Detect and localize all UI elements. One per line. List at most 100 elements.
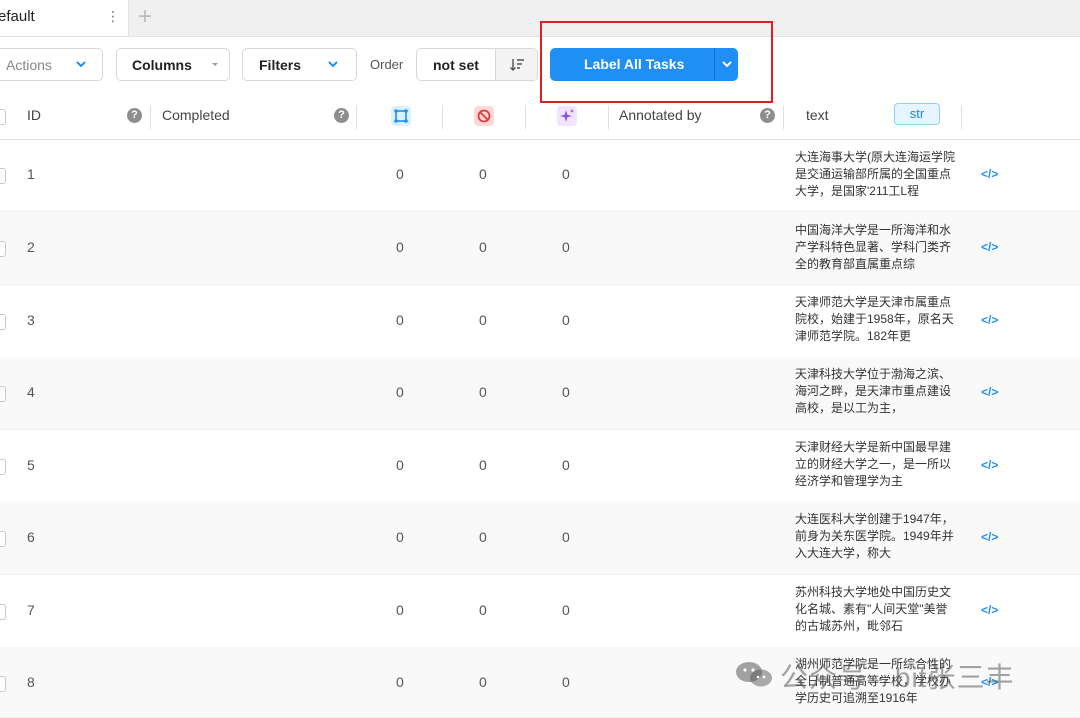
wechat-logo-icon: [736, 662, 772, 687]
highlight-annotation-box: [540, 21, 773, 103]
row-checkbox[interactable]: [0, 459, 6, 475]
cell-count-3: 0: [562, 457, 570, 473]
row-checkbox[interactable]: [0, 168, 6, 184]
row-checkbox[interactable]: [0, 531, 6, 547]
code-icon[interactable]: </>: [981, 313, 998, 327]
column-divider: [442, 105, 443, 129]
code-icon[interactable]: </>: [981, 458, 998, 472]
cell-count-2: 0: [479, 239, 487, 255]
chevron-down-icon: [328, 61, 338, 68]
row-checkbox[interactable]: [0, 604, 6, 620]
sort-direction-button[interactable]: [496, 49, 537, 80]
row-checkbox[interactable]: [0, 314, 6, 330]
cell-text: 中国海洋大学是一所海洋和水产学科特色显著、学科门类齐全的教育部直属重点综: [795, 223, 952, 271]
row-checkbox[interactable]: [0, 386, 6, 402]
header-text[interactable]: text: [806, 107, 829, 123]
watermark-text: 公众号 · bit张三丰: [780, 662, 1015, 693]
order-select[interactable]: not set: [416, 48, 538, 81]
cell-count-1: 0: [396, 529, 404, 545]
tab-label: efault: [0, 8, 35, 25]
cell-count-1: 0: [396, 674, 404, 690]
cell-text: 天津师范大学是天津市属重点院校，始建于1958年，原名天津师范学院。182年更: [795, 295, 954, 343]
cell-count-1: 0: [396, 602, 404, 618]
table-row[interactable]: 5 0 0 0 天津财经大学是新中国最早建立的财经大学之一，是一所以经济学和管理…: [0, 430, 1080, 503]
cell-id: 1: [27, 166, 35, 182]
chevron-down-icon: [212, 63, 218, 66]
cell-count-1: 0: [396, 239, 404, 255]
cell-count-1: 0: [396, 166, 404, 182]
table-row[interactable]: 2 0 0 0 中国海洋大学是一所海洋和水产学科特色显著、学科门类齐全的教育部直…: [0, 212, 1080, 285]
cell-text: 天津科技大学位于渤海之滨、海河之畔，是天津市重点建设高校，是以工为主，: [795, 367, 952, 415]
columns-label: Columns: [132, 57, 192, 73]
cell-count-3: 0: [562, 166, 570, 182]
cell-count-2: 0: [479, 457, 487, 473]
column-divider: [356, 105, 357, 129]
actions-button[interactable]: Actions: [0, 48, 103, 81]
help-icon[interactable]: ?: [127, 108, 142, 123]
header-completed[interactable]: Completed: [162, 107, 230, 123]
chevron-down-icon: [76, 61, 86, 68]
cell-id: 3: [27, 312, 35, 328]
cell-count-2: 0: [479, 602, 487, 618]
code-icon[interactable]: </>: [981, 603, 998, 617]
code-icon[interactable]: </>: [981, 240, 998, 254]
column-divider: [961, 105, 962, 129]
order-value: not set: [433, 57, 479, 73]
header-annotated-by[interactable]: Annotated by: [619, 107, 702, 123]
code-icon[interactable]: </>: [981, 167, 998, 181]
filters-label: Filters: [259, 57, 302, 73]
cell-count-3: 0: [562, 529, 570, 545]
header-id[interactable]: ID: [27, 107, 41, 123]
cell-count-2: 0: [479, 674, 487, 690]
ban-icon[interactable]: [474, 106, 494, 126]
cell-id: 7: [27, 602, 35, 618]
row-checkbox[interactable]: [0, 676, 6, 692]
code-icon[interactable]: </>: [981, 530, 998, 544]
grid-icon[interactable]: [391, 106, 411, 126]
cell-count-2: 0: [479, 384, 487, 400]
cell-count-1: 0: [396, 312, 404, 328]
sparkle-icon[interactable]: [557, 106, 577, 126]
cell-id: 8: [27, 674, 35, 690]
cell-text: 苏州科技大学地处中国历史文化名城、素有"人间天堂"美誉的古城苏州，毗邻石: [795, 585, 952, 633]
order-label: Order: [370, 57, 404, 72]
more-vertical-icon[interactable]: ⋮: [106, 8, 120, 25]
type-badge: str: [894, 103, 940, 125]
help-icon[interactable]: ?: [760, 108, 775, 123]
code-icon[interactable]: </>: [981, 385, 998, 399]
table-row[interactable]: 3 0 0 0 天津师范大学是天津市属重点院校，始建于1958年，原名天津师范学…: [0, 285, 1080, 358]
filters-button[interactable]: Filters: [242, 48, 357, 81]
table-row[interactable]: 1 0 0 0 大连海事大学(原大连海运学院是交通运输部所属的全国重点大学，是国…: [0, 139, 1080, 212]
cell-id: 6: [27, 529, 35, 545]
cell-count-1: 0: [396, 457, 404, 473]
tab-default[interactable]: efault ⋮: [0, 0, 129, 36]
column-divider: [608, 105, 609, 129]
cell-count-3: 0: [562, 384, 570, 400]
cell-id: 5: [27, 457, 35, 473]
columns-button[interactable]: Columns: [116, 48, 230, 81]
cell-count-3: 0: [562, 239, 570, 255]
cell-text: 大连海事大学(原大连海运学院是交通运输部所属的全国重点大学，是国家'211工L程: [795, 150, 955, 198]
column-divider: [783, 105, 784, 129]
help-icon[interactable]: ?: [334, 108, 349, 123]
cell-count-2: 0: [479, 312, 487, 328]
select-all-checkbox[interactable]: [0, 109, 6, 125]
cell-count-2: 0: [479, 166, 487, 182]
cell-text: 大连医科大学创建于1947年，前身为关东医学院。1949年并入大连大学，称大: [795, 512, 954, 560]
column-divider: [525, 105, 526, 129]
plus-icon[interactable]: +: [138, 3, 152, 31]
table-row[interactable]: 7 0 0 0 苏州科技大学地处中国历史文化名城、素有"人间天堂"美誉的古城苏州…: [0, 575, 1080, 648]
column-divider: [150, 105, 151, 129]
cell-count-1: 0: [396, 384, 404, 400]
row-checkbox[interactable]: [0, 241, 6, 257]
cell-text: 天津财经大学是新中国最早建立的财经大学之一，是一所以经济学和管理学为主: [795, 440, 952, 488]
cell-count-3: 0: [562, 674, 570, 690]
table-row[interactable]: 6 0 0 0 大连医科大学创建于1947年，前身为关东医学院。1949年并入大…: [0, 502, 1080, 575]
table-row[interactable]: 4 0 0 0 天津科技大学位于渤海之滨、海河之畔，是天津市重点建设高校，是以工…: [0, 357, 1080, 430]
sort-icon: [510, 59, 524, 71]
cell-id: 2: [27, 239, 35, 255]
cell-id: 4: [27, 384, 35, 400]
cell-count-3: 0: [562, 602, 570, 618]
cell-count-3: 0: [562, 312, 570, 328]
cell-count-2: 0: [479, 529, 487, 545]
